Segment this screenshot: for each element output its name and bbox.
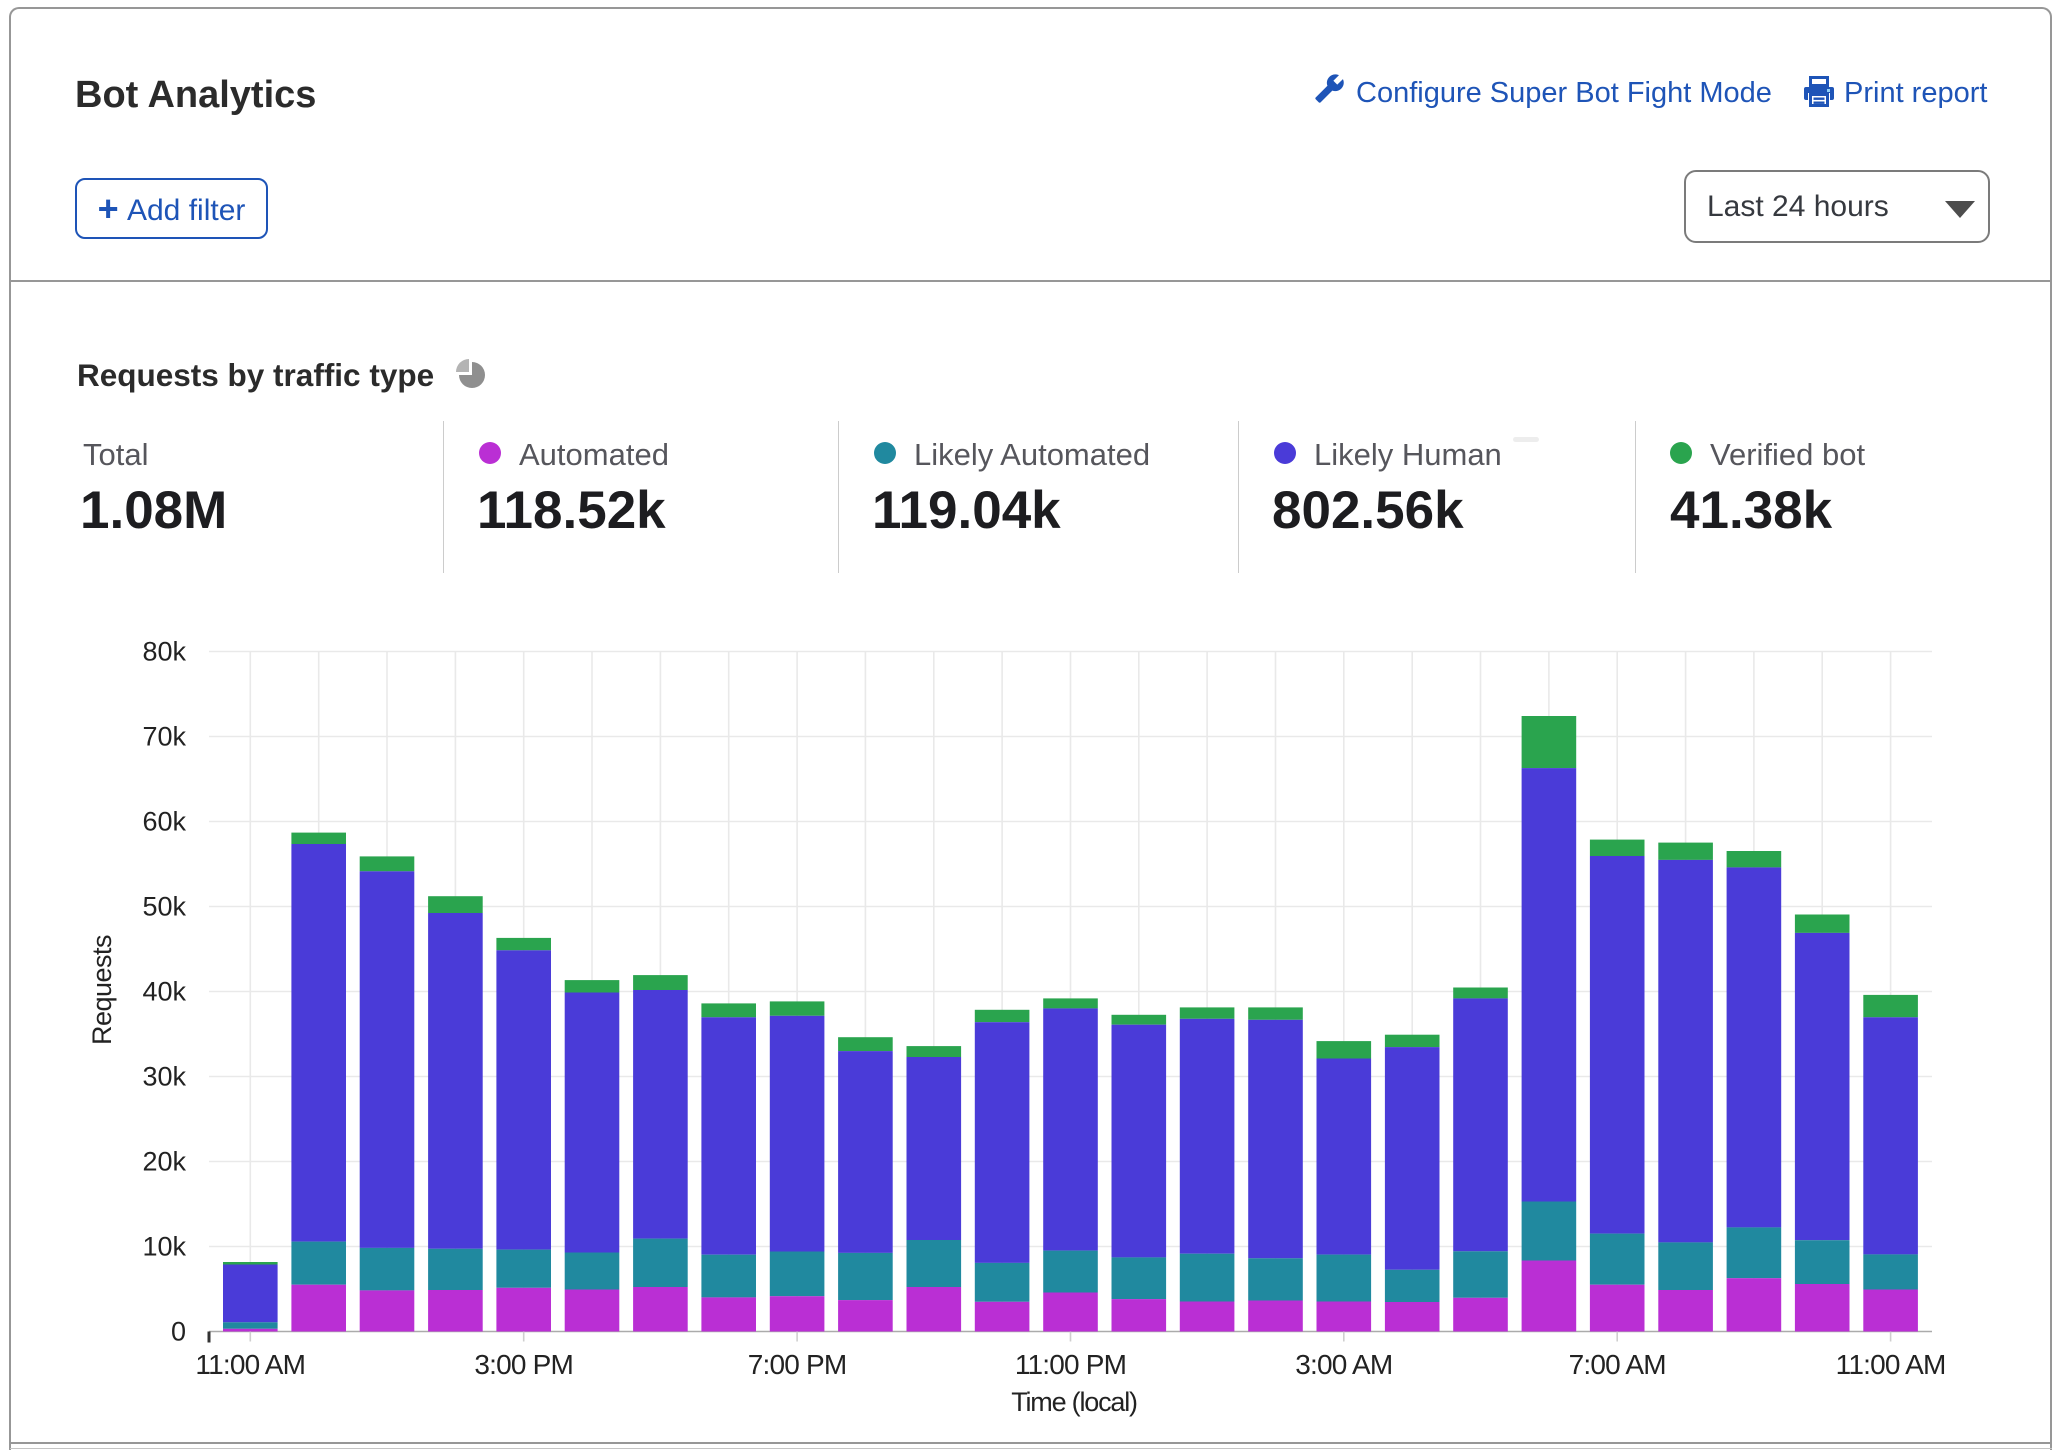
svg-text:0: 0 (171, 1317, 186, 1347)
svg-text:11:00 AM: 11:00 AM (195, 1349, 305, 1380)
svg-text:70k: 70k (142, 722, 186, 752)
svg-text:11:00 PM: 11:00 PM (1015, 1349, 1126, 1380)
svg-text:Requests: Requests (87, 935, 117, 1045)
svg-text:40k: 40k (142, 977, 186, 1007)
svg-text:Time (local): Time (local) (1011, 1387, 1137, 1417)
svg-text:10k: 10k (142, 1232, 186, 1262)
svg-text:7:00 AM: 7:00 AM (1569, 1349, 1666, 1380)
svg-text:3:00 AM: 3:00 AM (1295, 1349, 1392, 1380)
svg-text:30k: 30k (142, 1062, 186, 1092)
svg-text:11:00 AM: 11:00 AM (1836, 1349, 1946, 1380)
svg-text:3:00 PM: 3:00 PM (474, 1349, 573, 1380)
svg-text:80k: 80k (142, 637, 186, 667)
svg-text:20k: 20k (142, 1147, 186, 1177)
svg-text:50k: 50k (142, 892, 186, 922)
svg-text:60k: 60k (142, 807, 186, 837)
svg-text:7:00 PM: 7:00 PM (748, 1349, 847, 1380)
